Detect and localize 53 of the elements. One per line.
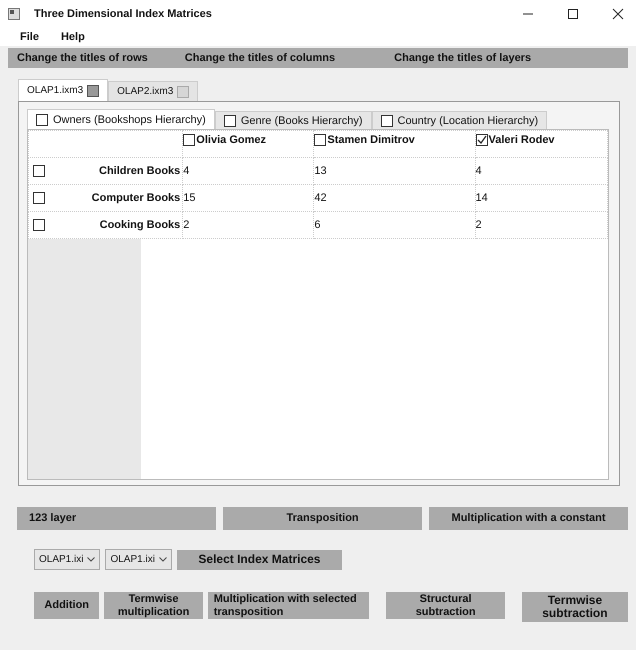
toolbar-item[interactable]: Change the titles of columns [184, 52, 336, 64]
hierarchy-tab[interactable]: Owners (Bookshops Hierarchy) [27, 109, 215, 129]
table-cell: 14 [475, 184, 608, 212]
file-tab[interactable]: OLAP1.ixm3 [18, 79, 108, 101]
dropdown-value: OLAP1.ixi [110, 554, 155, 565]
chevron-icon [87, 557, 96, 562]
operation-button[interactable]: Addition [34, 592, 100, 619]
table-cell: 6 [314, 212, 476, 238]
checkbox[interactable] [380, 114, 392, 126]
table-cell: 4 [475, 158, 608, 184]
tab-label: Country (Location Hierarchy) [398, 114, 538, 126]
select-button[interactable]: Select Index Matrices [176, 550, 342, 570]
dropdown[interactable]: OLAP1.ixi [105, 549, 172, 570]
operation-button[interactable]: Multiplication with selected transposition [208, 592, 370, 619]
checkbox[interactable] [33, 165, 45, 177]
table-cell: 2 [182, 212, 314, 238]
checkbox[interactable] [33, 219, 45, 231]
toolbar-item[interactable]: Change the titles of rows [17, 52, 148, 64]
tab-label: OLAP1.ixm3 [27, 85, 84, 96]
checkbox[interactable] [33, 192, 45, 204]
window-title: Three Dimensional Index Matrices [34, 8, 212, 20]
dropdown-value: OLAP1.ixi [39, 554, 84, 565]
chevron-icon [158, 557, 167, 562]
table-cell: 2 [475, 212, 608, 238]
checkbox[interactable] [36, 114, 48, 126]
file-tab[interactable]: OLAP2.ixm3 [108, 81, 198, 101]
table-cell: 42 [314, 184, 476, 212]
checkbox[interactable] [183, 134, 196, 146]
operation-button[interactable]: Termwise subtraction [522, 592, 628, 622]
action-button[interactable]: Transposition [223, 507, 422, 530]
checkbox[interactable] [314, 134, 326, 146]
operation-button[interactable]: Termwise multiplication [104, 592, 203, 619]
dropdown[interactable]: OLAP1.ixi [34, 549, 100, 570]
tab-label: Genre (Books Hierarchy) [240, 114, 362, 126]
checkbox[interactable] [224, 114, 236, 126]
hierarchy-tab[interactable]: Genre (Books Hierarchy) [214, 111, 372, 129]
menu-item[interactable]: File [20, 31, 39, 43]
hierarchy-tab[interactable]: Country (Location Hierarchy) [372, 111, 548, 129]
app-icon [8, 8, 20, 20]
toolbar-item[interactable]: Change the titles of layers [394, 52, 532, 64]
action-button[interactable]: 123 layer [17, 507, 216, 530]
maximize-icon[interactable] [567, 8, 579, 20]
tab-label: Owners (Bookshops Hierarchy) [53, 114, 206, 126]
table-cell: 15 [182, 184, 314, 212]
menu-item[interactable]: Help [60, 31, 85, 43]
table-cell: 4 [182, 158, 314, 184]
operation-button[interactable]: Structural subtraction [386, 592, 505, 619]
close-icon[interactable] [612, 8, 624, 20]
action-button[interactable]: Multiplication with a constant [429, 507, 628, 530]
close-icon[interactable] [87, 84, 100, 96]
checkbox[interactable] [476, 134, 488, 146]
tab-label: OLAP2.ixm3 [117, 86, 174, 97]
table-cell: 13 [314, 158, 476, 184]
